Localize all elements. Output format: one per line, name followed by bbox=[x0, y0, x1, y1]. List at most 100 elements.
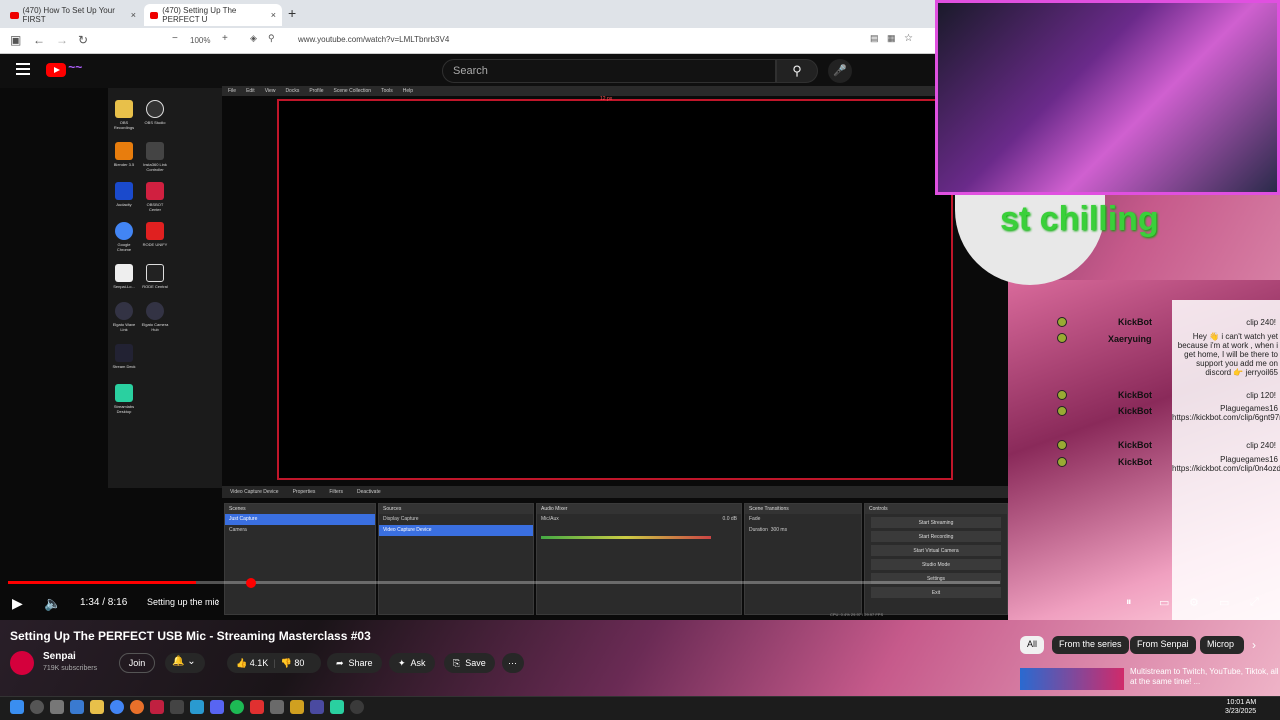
obs-menu-item: Docks bbox=[285, 88, 300, 94]
chat-message: clip 240! bbox=[1246, 441, 1276, 450]
desktop-icon: RODE UNIFY bbox=[141, 222, 169, 247]
zoom-out-icon[interactable]: − bbox=[172, 33, 178, 44]
tab-setting-up-perfect[interactable]: (470) Setting Up The PERFECT U × bbox=[144, 4, 282, 26]
shield-icon[interactable]: ◈ bbox=[250, 33, 257, 44]
tab-how-to-set-up[interactable]: (470) How To Set Up Your FIRST × bbox=[4, 4, 142, 26]
obs-menu-item: File bbox=[228, 88, 237, 94]
play-icon[interactable]: ▶ bbox=[12, 595, 23, 612]
notification-bell-button[interactable]: 🔔 ⌄ bbox=[165, 653, 205, 673]
voice-search-button[interactable]: 🎤 bbox=[828, 59, 852, 83]
channel-avatar[interactable] bbox=[10, 651, 34, 675]
scene-item: Just Capture bbox=[225, 514, 375, 525]
chip-all[interactable]: All bbox=[1020, 636, 1045, 654]
bookmark-star-icon[interactable]: ☆ bbox=[904, 33, 913, 44]
close-tab-icon[interactable]: × bbox=[131, 10, 136, 20]
scrubber-handle[interactable] bbox=[246, 578, 256, 588]
chip-microphone[interactable]: Microp bbox=[1200, 636, 1244, 654]
microphone-icon: 🎤 bbox=[833, 65, 847, 77]
desktop-icon: Elgato Wave Link bbox=[110, 302, 138, 332]
app-icon[interactable] bbox=[290, 700, 304, 714]
reload-icon[interactable]: ↻ bbox=[78, 33, 88, 47]
tab-label: (470) How To Set Up Your FIRST bbox=[22, 6, 115, 24]
app-icon[interactable] bbox=[310, 700, 324, 714]
search-taskbar-icon[interactable] bbox=[30, 700, 44, 714]
start-icon[interactable] bbox=[10, 700, 24, 714]
app-icon[interactable] bbox=[150, 700, 164, 714]
chat-badge-icon bbox=[1057, 333, 1067, 343]
chip-from-senpai[interactable]: From Senpai bbox=[1130, 636, 1196, 654]
theater-mode-icon[interactable]: ▭ bbox=[1219, 596, 1229, 609]
video-title: Setting Up The PERFECT USB Mic - Streami… bbox=[10, 629, 371, 643]
chapter-title[interactable]: Setting up the mic bbox=[147, 597, 219, 607]
obs-icon[interactable] bbox=[350, 700, 364, 714]
desktop-icon: Elgato Camera Hub bbox=[141, 302, 169, 332]
app-icon[interactable] bbox=[170, 700, 184, 714]
app-icon[interactable] bbox=[270, 700, 284, 714]
volume-icon[interactable]: 🔈 bbox=[44, 595, 61, 612]
extensions-icon[interactable]: ▦ bbox=[887, 33, 896, 44]
spotify-icon[interactable] bbox=[230, 700, 244, 714]
progress-bar[interactable] bbox=[8, 581, 1000, 584]
url-field[interactable]: www.youtube.com/watch?v=LMLTbnrb3V4 bbox=[298, 35, 449, 44]
settings-gear-icon[interactable]: ⚙ bbox=[1189, 596, 1199, 609]
ask-button[interactable]: ✦ Ask bbox=[389, 653, 435, 673]
share-button[interactable]: ➦ Share bbox=[327, 653, 382, 673]
fullscreen-icon[interactable]: ⤢ bbox=[1250, 596, 1259, 609]
file-explorer-icon[interactable] bbox=[90, 700, 104, 714]
channel-name[interactable]: Senpai bbox=[43, 651, 76, 662]
edge-icon[interactable] bbox=[70, 700, 84, 714]
obs-scenes-panel: Scenes Just Capture Camera bbox=[224, 503, 376, 615]
chat-username: Xaeryuing bbox=[1108, 334, 1152, 344]
sparkle-icon: ✦ bbox=[398, 657, 406, 668]
obs-audio-mixer-panel: Audio Mixer Mic/Aux 0.0 dB bbox=[536, 503, 742, 615]
youtube-logo-icon[interactable] bbox=[46, 63, 66, 77]
hamburger-menu-icon[interactable] bbox=[16, 63, 30, 75]
more-horiz-icon: ⋯ bbox=[508, 657, 517, 668]
chevron-right-icon[interactable]: › bbox=[216, 596, 219, 607]
like-button[interactable]: 👍 4.1K bbox=[236, 658, 268, 669]
panel-title: Scene Transitions bbox=[745, 504, 861, 514]
app-icon[interactable] bbox=[190, 700, 204, 714]
scene-item: Camera bbox=[229, 527, 247, 533]
desktop-icon: Streamlabs Desktop bbox=[110, 384, 138, 414]
chevron-right-icon[interactable]: › bbox=[1252, 638, 1256, 652]
like-dislike-group: 👍 4.1K | 👎 80 bbox=[227, 653, 321, 673]
search-button[interactable]: ⚲ bbox=[776, 59, 818, 83]
save-button[interactable]: ⎘ Save bbox=[444, 653, 495, 673]
obs-toolbar-item: Filters bbox=[329, 489, 343, 495]
firefox-icon[interactable] bbox=[130, 700, 144, 714]
address-bar-row: ▣ ← → ↻ − 100% + ◈ ⚲ www.youtube.com/wat… bbox=[0, 28, 935, 54]
more-actions-button[interactable]: ⋯ bbox=[502, 653, 524, 673]
task-view-icon[interactable] bbox=[50, 700, 64, 714]
chrome-icon[interactable] bbox=[110, 700, 124, 714]
chat-username: KickBot bbox=[1118, 317, 1153, 327]
source-item: Display Capture bbox=[383, 516, 419, 522]
streamlabs-icon[interactable] bbox=[330, 700, 344, 714]
join-button[interactable]: Join bbox=[119, 653, 155, 673]
channel-logo-art: ~~ bbox=[68, 60, 83, 74]
chip-from-series[interactable]: From the series bbox=[1052, 636, 1129, 654]
progress-fill bbox=[8, 581, 197, 584]
back-icon[interactable]: ← bbox=[33, 33, 45, 47]
captions-icon[interactable]: ▭ bbox=[1159, 596, 1169, 609]
desktop-icon: Insta360 Link Controller bbox=[141, 142, 169, 172]
reader-icon[interactable]: ▤ bbox=[870, 33, 879, 44]
close-tab-icon[interactable]: × bbox=[271, 10, 276, 20]
discord-icon[interactable] bbox=[210, 700, 224, 714]
pause-icon[interactable]: ⏸ bbox=[1126, 596, 1132, 609]
obs-source-toolbar: Video Capture Device Properties Filters … bbox=[222, 486, 1008, 498]
recommended-thumbnail[interactable] bbox=[1020, 668, 1124, 690]
zoom-in-icon[interactable]: + bbox=[222, 33, 228, 44]
recommended-title[interactable]: Multistream to Twitch, YouTube, Tiktok, … bbox=[1130, 667, 1280, 687]
app-icon[interactable] bbox=[250, 700, 264, 714]
dislike-button[interactable]: 👎 80 bbox=[281, 658, 305, 669]
tab-list-icon[interactable]: ▣ bbox=[10, 33, 21, 47]
forward-icon[interactable]: → bbox=[56, 33, 68, 47]
panel-title: Scenes bbox=[225, 504, 375, 514]
search-input[interactable]: Search bbox=[442, 59, 776, 83]
new-tab-icon[interactable]: + bbox=[288, 5, 296, 21]
obs-control-button: Start Virtual Camera bbox=[871, 545, 1001, 556]
youtube-favicon-icon bbox=[10, 11, 19, 19]
site-info-icon[interactable]: ⚲ bbox=[268, 33, 275, 44]
mixer-channel: Mic/Aux 0.0 dB bbox=[541, 516, 737, 522]
